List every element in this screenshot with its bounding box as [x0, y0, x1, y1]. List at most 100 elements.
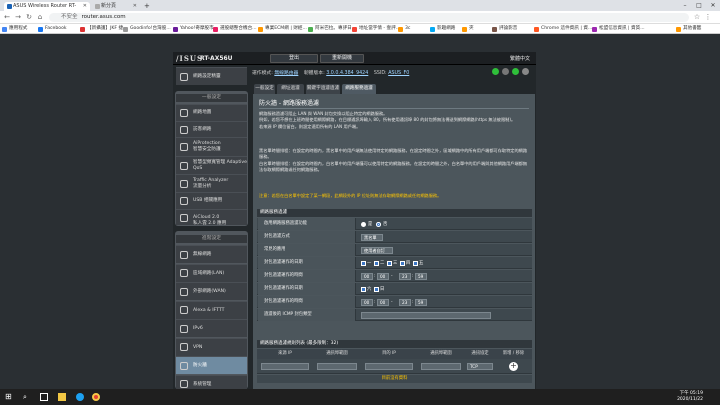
edge-icon[interactable]: [76, 393, 84, 401]
network-map-icon: [180, 109, 188, 117]
bookmark-item[interactable]: 評論影音: [492, 25, 517, 33]
bookmark-item[interactable]: 其他書籤: [676, 25, 701, 33]
windows-start-icon[interactable]: ⊞: [5, 393, 13, 401]
search-icon[interactable]: ⌕: [23, 393, 31, 401]
tab-service-filter[interactable]: 網路服務過濾: [342, 84, 376, 94]
sidebar-item-advanced-5[interactable]: VPN: [176, 337, 247, 356]
router-header: /ISUS RT-AX56U 登出 重新開機 繁體中文: [173, 52, 536, 65]
task-view-icon[interactable]: [40, 393, 48, 401]
bookmark-item[interactable]: 專業ECM網 | 財經...: [258, 25, 307, 33]
day-checkbox[interactable]: [400, 261, 405, 266]
bookmark-icon: [38, 26, 43, 32]
time-input[interactable]: 23: [399, 273, 411, 280]
reload-icon[interactable]: ↻: [25, 13, 33, 22]
day-checkbox[interactable]: [361, 261, 366, 266]
bookmark-item[interactable]: Chrome 這件資訊 | 資...: [534, 25, 592, 33]
common-app-select[interactable]: 使用者自訂: [361, 247, 393, 254]
bookmark-item[interactable]: 松盟信息資訊 | 資質...: [592, 25, 645, 33]
star-icon[interactable]: ☆: [693, 13, 701, 22]
logout-button[interactable]: 登出: [270, 54, 318, 63]
sidebar-item-general-0[interactable]: 網路地圖: [176, 104, 247, 121]
source-port-input[interactable]: [317, 363, 357, 370]
sidebar-item-general-4[interactable]: Traffic Analyzer 流量分析: [176, 174, 247, 192]
sidebar-item-advanced-1[interactable]: 區域網路(LAN): [176, 263, 247, 282]
maximize-icon[interactable]: □: [692, 0, 706, 11]
tab-url-filter[interactable]: 網址過濾: [277, 84, 304, 94]
tab-keyword-filter[interactable]: 關鍵字過濾過濾: [306, 84, 340, 94]
time-input[interactable]: 00: [377, 299, 389, 306]
close-tab-icon[interactable]: ✕: [133, 2, 137, 11]
bookmark-item[interactable]: 選股總整合機台...: [213, 25, 257, 33]
sidebar-item-general-2[interactable]: AiProtection 智慧安全防護: [176, 137, 247, 156]
sidebar-item-advanced-6[interactable]: 防火牆: [176, 356, 247, 374]
aiprotection-icon: [180, 143, 188, 151]
time-input[interactable]: 00: [377, 273, 389, 280]
network-status-icon[interactable]: [512, 68, 519, 75]
sidebar-item-advanced-0[interactable]: 無線網路: [176, 245, 247, 263]
chrome-icon[interactable]: [92, 393, 100, 401]
bookmark-item[interactable]: 地址當字情 - 壹評...: [352, 25, 400, 33]
menu-icon[interactable]: ⋮: [704, 13, 712, 22]
tab-general[interactable]: 一般設定: [254, 84, 275, 94]
sidebar-item-advanced-3[interactable]: Alexa & IFTTT: [176, 300, 247, 319]
usb-status-icon[interactable]: [522, 68, 529, 75]
close-window-icon[interactable]: ✕: [706, 0, 720, 11]
time-input[interactable]: 00: [361, 299, 373, 306]
time-input[interactable]: 00: [361, 273, 373, 280]
bookmark-item[interactable]: 應用程式: [2, 25, 27, 33]
bookmark-item[interactable]: 阿米巴拉。專評日...: [308, 25, 356, 33]
day-checkbox[interactable]: [361, 287, 366, 292]
sidebar-item-general-6[interactable]: AiCloud 2.0 私人雲 2.0 應用: [176, 209, 247, 226]
sidebar-quick-setup[interactable]: 網路設定精靈: [176, 67, 247, 85]
day-checkbox[interactable]: [374, 287, 379, 292]
enable-yes-radio[interactable]: [361, 222, 366, 227]
close-tab-icon[interactable]: ✕: [83, 2, 87, 11]
day-checkbox[interactable]: [413, 261, 418, 266]
bookmark-item[interactable]: 夾: [462, 25, 474, 33]
add-rule-button[interactable]: +: [509, 362, 518, 371]
protocol-select[interactable]: TCP: [467, 363, 493, 370]
firmware-link[interactable]: 3.0.0.4.384_9424: [326, 71, 368, 76]
internet-status-icon[interactable]: [492, 68, 499, 75]
tab-router[interactable]: ASUS Wireless Router RT-AX5… ✕: [4, 2, 90, 18]
language-select[interactable]: 繁體中文: [510, 55, 530, 62]
day-checkbox[interactable]: [387, 261, 392, 266]
bookmark-item[interactable]: 3c: [398, 25, 410, 33]
day-checkbox[interactable]: [374, 261, 379, 266]
bookmark-icon: [462, 26, 467, 32]
minimize-icon[interactable]: –: [678, 0, 692, 11]
forward-icon[interactable]: →: [14, 13, 22, 22]
wifi-status-icon[interactable]: [502, 68, 509, 75]
sidebar-item-general-5[interactable]: USB 相關應用: [176, 192, 247, 209]
back-icon[interactable]: ←: [3, 13, 11, 22]
new-tab-button[interactable]: +: [142, 2, 152, 11]
ssid-link[interactable]: ASUS_F0: [388, 71, 409, 76]
bookmark-item[interactable]: Goodinfo!台灣股...: [123, 25, 171, 33]
tab-new[interactable]: 新分頁 ✕: [92, 2, 140, 11]
bookmark-item[interactable]: Facebook: [38, 25, 67, 33]
reboot-button[interactable]: 重新開機: [320, 54, 364, 63]
bookmark-item[interactable]: 影趣網路: [430, 25, 455, 33]
dest-ip-input[interactable]: [365, 363, 413, 370]
time-input[interactable]: 59: [415, 299, 427, 306]
dest-port-input[interactable]: [421, 363, 461, 370]
bookmark-item[interactable]: Yahoo!奇摩股市: [173, 25, 214, 33]
mode-link[interactable]: 無線路由器: [274, 71, 298, 76]
time-colon: :: [374, 300, 376, 305]
sidebar-item-general-3[interactable]: 智慧型頻寬管理 Adaptive QoS: [176, 156, 247, 174]
wireless-icon: [180, 250, 188, 259]
filter-type-select[interactable]: 黑名單: [361, 234, 383, 241]
sidebar-item-general-1[interactable]: 訪客網路: [176, 121, 247, 137]
url-input[interactable]: 不安全 router.asus.com: [49, 13, 689, 22]
source-ip-input[interactable]: [261, 363, 309, 370]
enable-no-radio[interactable]: [376, 222, 381, 227]
time-input[interactable]: 23: [399, 299, 411, 306]
sidebar-item-advanced-2[interactable]: 外部網路(WAN): [176, 282, 247, 300]
bookmark-item[interactable]: 【新攝護】JKF 捷...: [80, 25, 127, 33]
sidebar-item-advanced-4[interactable]: IPv6: [176, 319, 247, 337]
file-explorer-icon[interactable]: [58, 393, 66, 401]
icmp-input[interactable]: [361, 312, 491, 319]
time-input[interactable]: 59: [415, 273, 427, 280]
clock[interactable]: 下午 05:19 2020/11/22: [677, 391, 703, 403]
home-icon[interactable]: ⌂: [36, 13, 44, 22]
